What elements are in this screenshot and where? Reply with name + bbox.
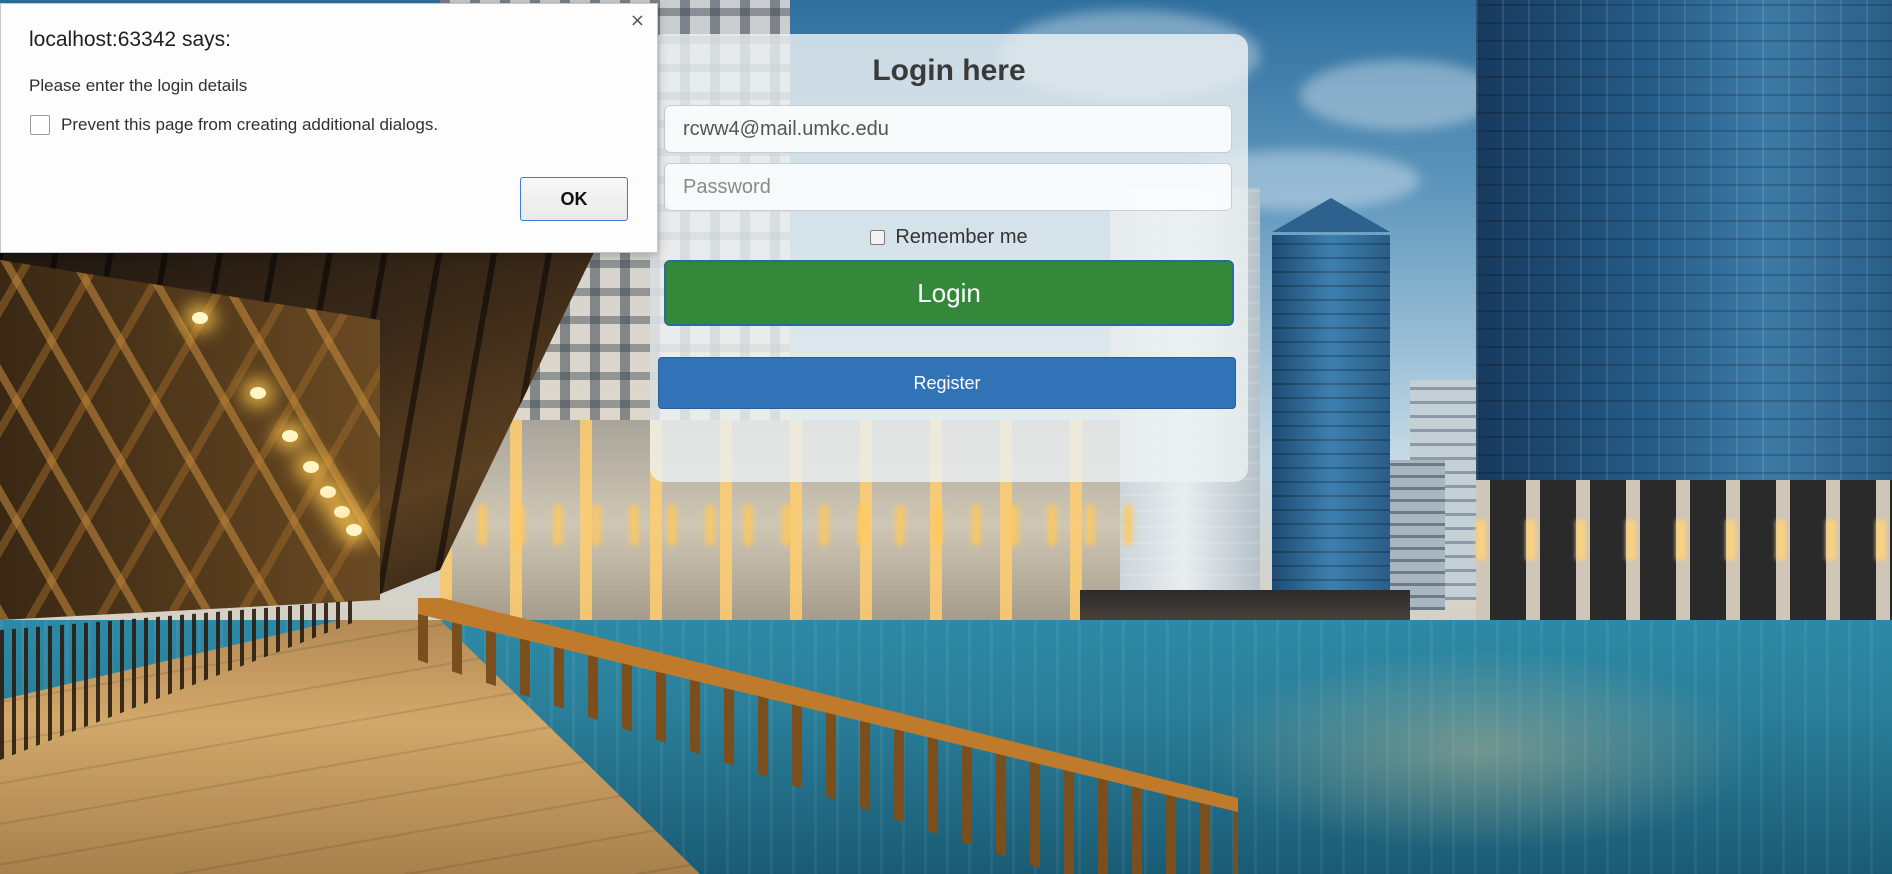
street-lights	[440, 505, 1140, 545]
email-field[interactable]	[664, 105, 1232, 153]
register-button[interactable]: Register	[658, 357, 1236, 409]
alert-message: Please enter the login details	[29, 76, 248, 95]
close-icon[interactable]: ×	[630, 12, 645, 30]
login-panel: Login here Remember me Login Register	[650, 34, 1248, 482]
lamp	[303, 461, 319, 473]
tower-base-lights	[1476, 520, 1892, 560]
ok-button[interactable]: OK	[520, 177, 628, 221]
remember-me-checkbox[interactable]	[870, 230, 886, 245]
lamp	[334, 506, 350, 518]
login-button[interactable]: Login	[664, 260, 1234, 326]
remember-me-label: Remember me	[895, 226, 1028, 248]
far-bridge	[1080, 590, 1410, 620]
lamp	[250, 387, 266, 399]
river-reflection	[1180, 640, 1780, 860]
distant-tower	[1385, 460, 1445, 610]
browser-viewport: Login here Remember me Login Register × …	[0, 0, 1892, 874]
lamp	[346, 524, 362, 536]
bridge-truss	[0, 260, 380, 620]
alert-title: localhost:63342 says:	[29, 28, 231, 51]
password-field[interactable]	[664, 163, 1232, 211]
lamp	[320, 486, 336, 498]
prevent-dialogs-row[interactable]: Prevent this page from creating addition…	[30, 115, 438, 135]
glass-skyscraper	[1272, 235, 1390, 595]
lamp	[192, 312, 208, 324]
prevent-dialogs-label: Prevent this page from creating addition…	[61, 115, 439, 134]
lamp	[282, 430, 298, 442]
prevent-dialogs-checkbox[interactable]	[30, 115, 50, 135]
alert-dialog: × localhost:63342 says: Please enter the…	[0, 3, 658, 253]
glass-skyscraper-crown	[1272, 198, 1390, 232]
remember-me-row[interactable]: Remember me	[650, 226, 1248, 249]
cloud	[1300, 60, 1500, 130]
login-title: Login here	[872, 54, 1026, 87]
